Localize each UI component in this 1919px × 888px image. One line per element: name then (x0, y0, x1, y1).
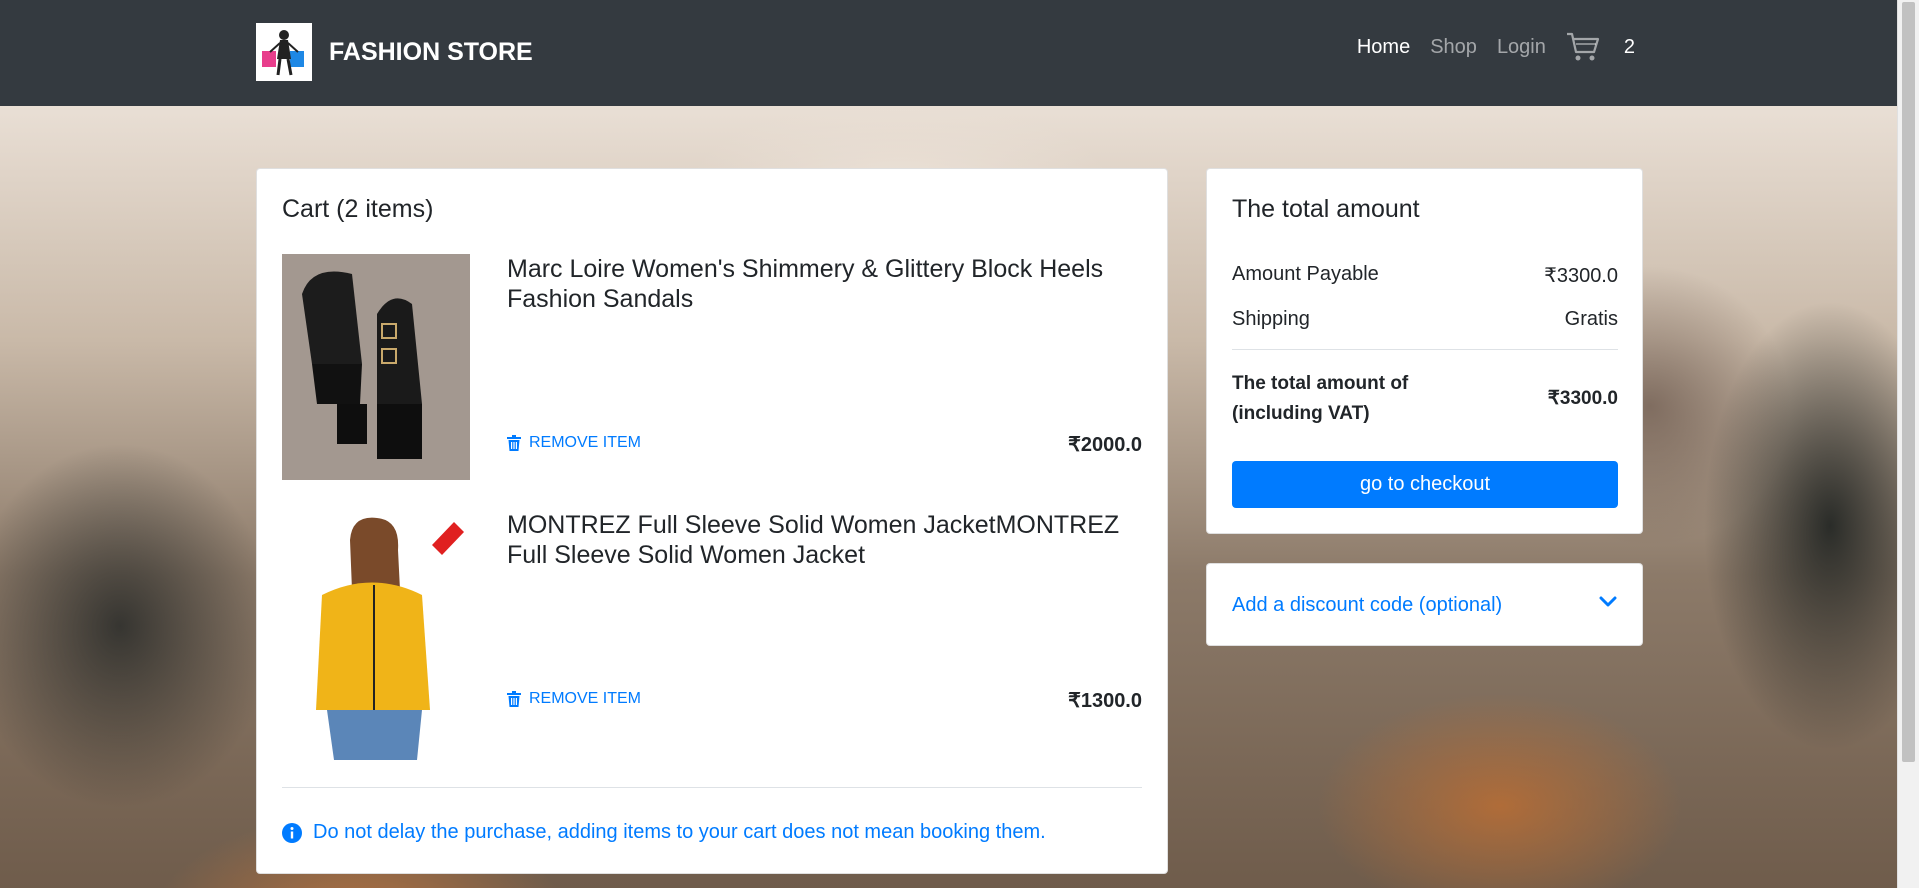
product-name[interactable]: Marc Loire Women's Shimmery & Glittery B… (507, 254, 1137, 314)
nav-shop[interactable]: Shop (1430, 36, 1477, 59)
brand-link[interactable]: FASHION STORE (256, 23, 533, 81)
navbar: FASHION STORE Home Shop Login 2 (0, 0, 1898, 106)
product-name[interactable]: MONTREZ Full Sleeve Solid Women JacketMO… (507, 510, 1137, 570)
cart-count: 2 (1623, 35, 1635, 58)
total-label: The total amount of (including VAT) (1232, 369, 1408, 429)
product-price: ₹2000.0 (1068, 434, 1142, 456)
info-icon (282, 822, 302, 843)
shipping-label: Shipping (1232, 308, 1310, 330)
amount-payable-value: ₹3300.0 (1544, 265, 1618, 287)
scrollbar-thumb[interactable] (1902, 2, 1915, 762)
cart-icon[interactable] (1566, 32, 1600, 62)
nav-home[interactable]: Home (1357, 36, 1410, 59)
cart-notice: Do not delay the purchase, adding items … (282, 821, 1046, 844)
trash-icon (507, 435, 521, 451)
brand-name: FASHION STORE (329, 37, 533, 66)
summary-card: The total amount Amount Payable ₹3300.0 … (1206, 168, 1643, 534)
total-row: The total amount of (including VAT) ₹330… (1232, 369, 1618, 429)
brand-logo (256, 23, 312, 81)
remove-item-label: REMOVE ITEM (529, 434, 642, 451)
discount-toggle[interactable]: Add a discount code (optional) (1232, 594, 1502, 617)
notice-text: Do not delay the purchase, adding items … (313, 821, 1046, 843)
total-value: ₹3300.0 (1547, 388, 1618, 409)
nav-login[interactable]: Login (1497, 36, 1546, 59)
amount-payable-label: Amount Payable (1232, 263, 1379, 285)
divider (1232, 349, 1618, 350)
total-label-line2: (including VAT) (1232, 403, 1370, 424)
remove-item-button[interactable]: REMOVE ITEM (507, 690, 641, 708)
product-image[interactable] (282, 254, 470, 480)
cart-item: Marc Loire Women's Shimmery & Glittery B… (282, 254, 1142, 480)
total-label-line1: The total amount of (1232, 373, 1409, 394)
product-price: ₹1300.0 (1068, 690, 1142, 712)
remove-item-button[interactable]: REMOVE ITEM (507, 434, 641, 452)
shipping-row: Shipping Gratis (1232, 308, 1618, 331)
cart-card: Cart (2 items) Marc Loire Women's Shimme… (256, 168, 1168, 874)
amount-payable-row: Amount Payable ₹3300.0 (1232, 263, 1618, 288)
shipping-value: Gratis (1564, 308, 1618, 330)
divider (282, 787, 1142, 788)
product-image[interactable] (282, 510, 470, 760)
trash-icon (507, 691, 521, 707)
cart-item: MONTREZ Full Sleeve Solid Women JacketMO… (282, 510, 1142, 760)
remove-item-label: REMOVE ITEM (529, 690, 642, 707)
chevron-down-icon[interactable] (1599, 596, 1617, 608)
nav-links: Home Shop Login 2 (1337, 32, 1635, 62)
cart-title: Cart (2 items) (282, 195, 434, 223)
checkout-button[interactable]: go to checkout (1232, 461, 1618, 508)
summary-title: The total amount (1232, 195, 1420, 223)
scrollbar[interactable] (1897, 0, 1919, 888)
discount-card[interactable]: Add a discount code (optional) (1206, 563, 1643, 646)
